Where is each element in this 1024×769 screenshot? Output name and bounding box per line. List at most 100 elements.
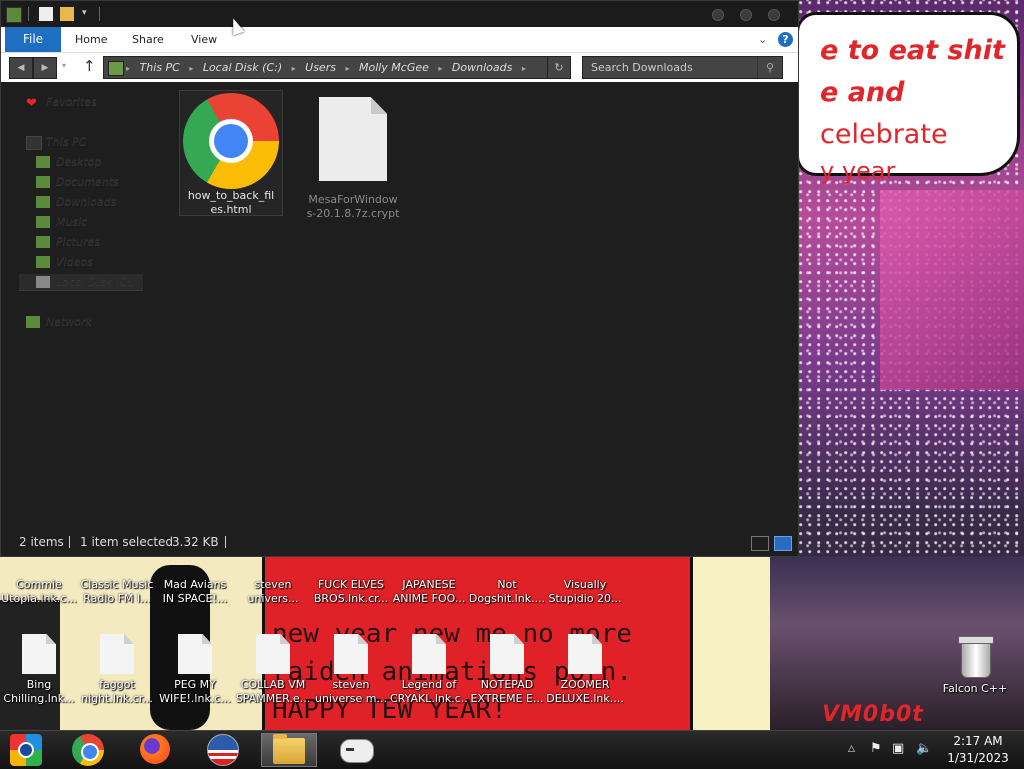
file-icon	[568, 634, 602, 674]
desktop-icon-label: Commie	[16, 578, 62, 591]
tab-view[interactable]: View	[191, 27, 217, 52]
desktop-icon-label: EXTREME E...	[470, 692, 544, 705]
desktop-icon-label: Utopia.lnk.c...	[1, 592, 77, 605]
desktop-icon[interactable]: Bing Chilling.lnk...	[0, 634, 78, 706]
system-tray: △ ⚑ ▣ 🔈	[840, 731, 940, 769]
refresh-icon[interactable]: ↻	[547, 57, 570, 78]
file-name: s-20.1.8.7z.crypt	[306, 207, 400, 220]
breadcrumb-item[interactable]: Local Disk (C:)	[203, 61, 282, 74]
breadcrumb-item[interactable]: Molly McGee	[359, 61, 429, 74]
desktop-icon[interactable]: Legend of CRYAKL.lnk.c...	[390, 634, 468, 706]
tab-file[interactable]: File	[5, 27, 61, 52]
chevron-down-icon[interactable]: ▾	[82, 8, 96, 22]
nav-network[interactable]: Network	[46, 315, 92, 328]
volume-icon[interactable]: 🔈	[916, 741, 932, 756]
properties-icon[interactable]	[39, 7, 53, 21]
desktop-icon-recycle-bin[interactable]: Falcon C++	[936, 634, 1014, 696]
desktop-icon-label: WIFE!.lnk.c...	[159, 692, 231, 705]
clock-time: 2:17 AM	[953, 734, 1003, 748]
navigation-pane: ❤ Favorites This PC Desktop Documents Do…	[1, 82, 161, 529]
help-icon[interactable]: ?	[778, 32, 793, 47]
desktop-icon-label: Classic Music	[80, 578, 154, 591]
nav-desktop[interactable]: Desktop	[56, 155, 101, 168]
desktop-icon-label: BROS.lnk.cr...	[313, 592, 389, 605]
desktop-icon-label: Not	[497, 578, 517, 591]
desktop-icon[interactable]: Visually Stupidio 20...	[546, 578, 624, 606]
nav-videos[interactable]: Videos	[56, 255, 93, 268]
tab-share[interactable]: Share	[132, 27, 164, 52]
address-bar[interactable]: ▸ This PC ▸ Local Disk (C:) ▸ Users ▸ Mo…	[103, 56, 571, 79]
forward-button[interactable]: ▶	[33, 57, 57, 79]
nav-documents[interactable]: Documents	[56, 175, 119, 188]
breadcrumb-item[interactable]: Users	[305, 61, 336, 74]
start-button[interactable]	[10, 734, 42, 766]
breadcrumb-separator[interactable]: ▸	[438, 64, 442, 73]
new-folder-icon[interactable]	[60, 7, 74, 21]
search-input[interactable]: Search Downloads ⚲	[582, 56, 783, 79]
breadcrumb-item[interactable]: Downloads	[452, 61, 512, 74]
chrome-taskbar-icon[interactable]	[72, 734, 104, 766]
back-button[interactable]: ◀	[9, 57, 33, 79]
nav-local-disk[interactable]: Local Disk (C:)	[56, 275, 135, 288]
minimize-button[interactable]	[712, 9, 724, 21]
desktop-icon-label: Visually	[563, 578, 607, 591]
clock[interactable]: 2:17 AM 1/31/2023	[938, 733, 1018, 767]
wallpaper-bubble-text: e to eat shit e and celebrate y year	[820, 35, 1005, 185]
folder-app-icon	[6, 7, 22, 23]
desktop-icon[interactable]: COLLAB VM SPAMMER.e...	[234, 634, 312, 706]
gamepad-taskbar-icon[interactable]	[340, 739, 374, 763]
nav-pictures[interactable]: Pictures	[56, 235, 100, 248]
recent-locations-icon[interactable]: ▾	[62, 61, 66, 70]
desktop-icon[interactable]: steven universe m...	[312, 634, 390, 706]
desktop-icon[interactable]: NOTEPAD EXTREME E...	[468, 634, 546, 706]
wallpaper-pink-screen	[880, 190, 1024, 390]
desktop-icon[interactable]: FUCK ELVES BROS.lnk.cr...	[312, 578, 390, 606]
desktop-icon[interactable]: Classic Music Radio FM I...	[78, 578, 156, 606]
file-item[interactable]: MesaForWindow s-20.1.8.7z.crypt	[301, 90, 405, 220]
desktop-icon-label: Falcon C++	[942, 682, 1008, 695]
explorer-content: ❤ Favorites This PC Desktop Documents Do…	[1, 82, 798, 529]
file-icon	[178, 634, 212, 674]
search-icon[interactable]: ⚲	[757, 57, 782, 78]
expand-ribbon-icon[interactable]: ⌄	[758, 33, 767, 46]
title-bar[interactable]: ▾	[1, 1, 798, 27]
flag-icon[interactable]: ⚑	[870, 741, 882, 756]
maximize-button[interactable]	[740, 9, 752, 21]
desktop-icon-label: steven	[332, 678, 370, 691]
desktop-icon-label: Mad Avians	[163, 578, 227, 591]
up-arrow-icon[interactable]: ↑	[83, 57, 96, 75]
desktop-icon[interactable]: faggot night.lnk.cr...	[78, 634, 156, 706]
pictures-folder-icon	[36, 236, 50, 248]
breadcrumb-separator[interactable]: ▸	[522, 64, 526, 73]
desktop-icon[interactable]: Commie Utopia.lnk.c...	[0, 578, 78, 606]
desktop-icon[interactable]: Not Dogshit.lnk....	[468, 578, 546, 606]
breadcrumb-separator[interactable]: ▸	[189, 64, 193, 73]
desktop-icon[interactable]: Mad Avians IN SPACE!...	[156, 578, 234, 606]
desktop-icon-label: Radio FM I...	[83, 592, 151, 605]
obama-logo-taskbar-icon[interactable]	[207, 734, 239, 766]
network-icon	[26, 316, 40, 328]
desktop-folder-icon	[36, 156, 50, 168]
nav-music[interactable]: Music	[56, 215, 87, 228]
nav-favorites[interactable]: Favorites	[46, 95, 97, 108]
tab-home[interactable]: Home	[75, 27, 107, 52]
desktop-icon-label: univers...	[247, 592, 299, 605]
desktop-icon[interactable]: PEG MY WIFE!.lnk.c...	[156, 634, 234, 706]
breadcrumb-separator[interactable]: ▸	[292, 64, 296, 73]
desktop-icon[interactable]: steven univers...	[234, 578, 312, 606]
network-icon[interactable]: ▣	[892, 741, 904, 756]
firefox-taskbar-icon[interactable]	[140, 734, 170, 764]
desktop-icon-label: night.lnk.cr...	[81, 692, 153, 705]
nav-downloads[interactable]: Downloads	[56, 195, 116, 208]
taskbar: △ ⚑ ▣ 🔈 2:17 AM 1/31/2023	[0, 730, 1024, 769]
close-button[interactable]	[768, 9, 780, 21]
details-view-button[interactable]	[751, 536, 769, 551]
desktop-icon[interactable]: ZOOMER DELUXE.lnk....	[546, 634, 624, 706]
desktop-icon[interactable]: JAPANESE ANIME FOO...	[390, 578, 468, 606]
breadcrumb-item[interactable]: This PC	[140, 61, 180, 74]
nav-this-pc[interactable]: This PC	[46, 135, 86, 148]
breadcrumb-separator[interactable]: ▸	[345, 64, 349, 73]
large-icons-view-button[interactable]	[774, 536, 792, 551]
show-hidden-icons-icon[interactable]: △	[848, 744, 855, 754]
file-item[interactable]: how_to_back_fil es.html	[179, 90, 283, 216]
